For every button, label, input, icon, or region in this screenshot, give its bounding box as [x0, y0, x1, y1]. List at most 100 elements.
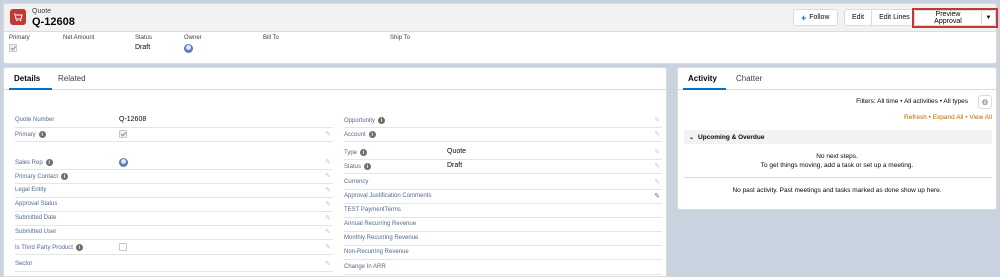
field-monthly-recurring-revenue: Monthly Recurring Revenue: [344, 232, 662, 246]
field-label: Currency: [344, 179, 369, 185]
field-sales-rep: Sales Rep i ✎: [15, 156, 333, 170]
field-status: Status i Draft ✎: [344, 160, 662, 174]
edit-pencil-icon[interactable]: ✎: [654, 148, 660, 156]
no-next-steps-hint: To get things moving, add a task or set …: [760, 162, 914, 169]
field-currency: Currency ✎: [344, 176, 662, 190]
third-party-checkbox[interactable]: [119, 243, 127, 253]
field-value: Q-12608: [119, 116, 147, 123]
highlight-ship-to-label: Ship To: [390, 35, 410, 41]
highlight-status-value: Draft: [135, 44, 151, 51]
expand-all-link[interactable]: Expand All: [933, 114, 964, 121]
edit-pencil-icon[interactable]: ✎: [325, 186, 331, 194]
highlight-primary-checkbox: [9, 44, 17, 54]
tab-details[interactable]: Details: [14, 74, 40, 83]
tab-activity[interactable]: Activity: [688, 74, 717, 83]
activity-card: Activity Chatter Filters: All time • All…: [677, 67, 997, 210]
edit-pencil-icon[interactable]: ✎: [325, 243, 331, 251]
record-header-top: Quote Q-12608 + Follow Edit Edit Lines P…: [4, 4, 998, 32]
preview-approval-highlight: Preview Approval ▼: [912, 8, 998, 28]
info-icon[interactable]: i: [360, 149, 368, 156]
follow-button[interactable]: + Follow: [793, 9, 838, 26]
details-card: Details Related Quote Number Q-12608 Pri…: [3, 67, 667, 277]
edit-pencil-icon[interactable]: ✎: [325, 172, 331, 180]
field-approval-justification: Approval Justification Comments ✎: [344, 190, 662, 204]
info-icon[interactable]: i: [75, 244, 83, 251]
info-icon[interactable]: i: [45, 159, 53, 166]
field-label: Opportunity: [344, 117, 376, 124]
field-label: Sales Rep: [15, 159, 43, 166]
preview-approval-button[interactable]: Preview Approval: [914, 10, 982, 26]
edit-pencil-icon[interactable]: ✎: [654, 130, 660, 138]
field-label: Account: [344, 131, 366, 138]
highlight-net-amount-label: Net Amount: [63, 35, 95, 41]
more-actions-button[interactable]: ▼: [982, 10, 996, 26]
field-primary-contact: Primary Contact i ✎: [15, 170, 333, 184]
field-primary: Primary i ✎: [15, 128, 333, 142]
field-label: Legal Entity: [15, 187, 47, 193]
field-label: Quote Number: [15, 117, 55, 123]
edit-pencil-icon[interactable]: ✎: [325, 158, 331, 166]
field-non-recurring-revenue: Non-Recurring Revenue: [344, 246, 662, 260]
field-quote-number: Quote Number Q-12608: [15, 114, 333, 128]
highlights-panel: Primary Net Amount Status Draft Owner Bi…: [4, 32, 996, 64]
activity-filters-text[interactable]: Filters: All time • All activities • All…: [856, 98, 968, 105]
record-title: Q-12608: [32, 16, 75, 28]
edit-pencil-icon[interactable]: ✎: [325, 228, 331, 236]
info-icon[interactable]: i: [368, 131, 376, 138]
field-label: Annual Recurring Revenue: [344, 221, 417, 227]
info-icon[interactable]: i: [364, 163, 372, 170]
field-change-in-arr: Change In ARR: [344, 261, 662, 275]
edit-pencil-icon[interactable]: ✎: [325, 200, 331, 208]
field-label: Approval Status: [15, 201, 58, 207]
quote-object-icon: [10, 9, 26, 25]
gear-icon[interactable]: ⚙: [978, 95, 992, 109]
owner-avatar[interactable]: [184, 44, 193, 55]
field-test-payment-terms: TEST PaymentTerms: [344, 204, 662, 218]
edit-pencil-icon[interactable]: ✎: [654, 162, 660, 170]
field-label: Submitted Date: [15, 215, 57, 221]
upcoming-overdue-label: Upcoming & Overdue: [698, 133, 765, 141]
field-type: Type i Quote ✎: [344, 146, 662, 160]
info-icon[interactable]: i: [61, 173, 69, 180]
edit-pencil-icon[interactable]: ✎: [654, 116, 660, 124]
field-label: Primary: [15, 131, 36, 138]
view-all-link[interactable]: View All: [969, 114, 992, 121]
field-label: Is Third Party Product: [15, 244, 73, 251]
activity-tabs: Activity Chatter: [678, 68, 996, 90]
tab-chatter[interactable]: Chatter: [736, 74, 762, 83]
edit-pencil-icon[interactable]: ✎: [654, 178, 660, 186]
field-label: Primary Contact: [15, 173, 59, 180]
object-type-label: Quote: [32, 8, 52, 15]
field-label: Approval Justification Comments: [344, 193, 432, 199]
plus-icon: +: [801, 12, 807, 23]
record-header: Quote Q-12608 + Follow Edit Edit Lines P…: [3, 3, 998, 64]
highlight-primary-label: Primary: [9, 35, 30, 41]
activity-links: Refresh • Expand All • View All: [904, 114, 992, 121]
field-opportunity: Opportunity i ✎: [344, 114, 662, 128]
edit-button[interactable]: Edit: [844, 9, 873, 26]
chevron-down-icon: ▼: [985, 15, 992, 21]
chevron-down-icon: ⌄: [689, 134, 695, 141]
field-legal-entity: Legal Entity ✎: [15, 184, 333, 198]
field-sector: Sector ✎: [15, 258, 333, 272]
edit-pencil-icon[interactable]: ✎: [325, 130, 331, 138]
field-value: Draft: [447, 162, 463, 169]
tab-details-underline: [9, 88, 52, 90]
field-submitted-date: Submitted Date ✎: [15, 212, 333, 226]
refresh-link[interactable]: Refresh: [904, 114, 927, 121]
field-label: Submitted User: [15, 229, 57, 235]
field-submitted-user: Submitted User ✎: [15, 226, 333, 240]
upcoming-overdue-header[interactable]: ⌄ Upcoming & Overdue: [684, 130, 992, 144]
edit-pencil-icon[interactable]: ✎: [654, 192, 660, 200]
edit-lines-button[interactable]: Edit Lines: [871, 9, 918, 26]
field-label: Monthly Recurring Revenue: [344, 235, 419, 241]
field-annual-recurring-revenue: Annual Recurring Revenue: [344, 218, 662, 232]
field-account: Account i ✎: [344, 128, 662, 142]
info-icon[interactable]: i: [378, 117, 386, 124]
edit-pencil-icon[interactable]: ✎: [325, 260, 331, 268]
details-tabs: Details Related: [4, 68, 666, 90]
edit-pencil-icon[interactable]: ✎: [325, 214, 331, 222]
info-icon[interactable]: i: [38, 131, 46, 138]
sales-rep-avatar[interactable]: [119, 158, 128, 169]
tab-related[interactable]: Related: [58, 74, 86, 83]
